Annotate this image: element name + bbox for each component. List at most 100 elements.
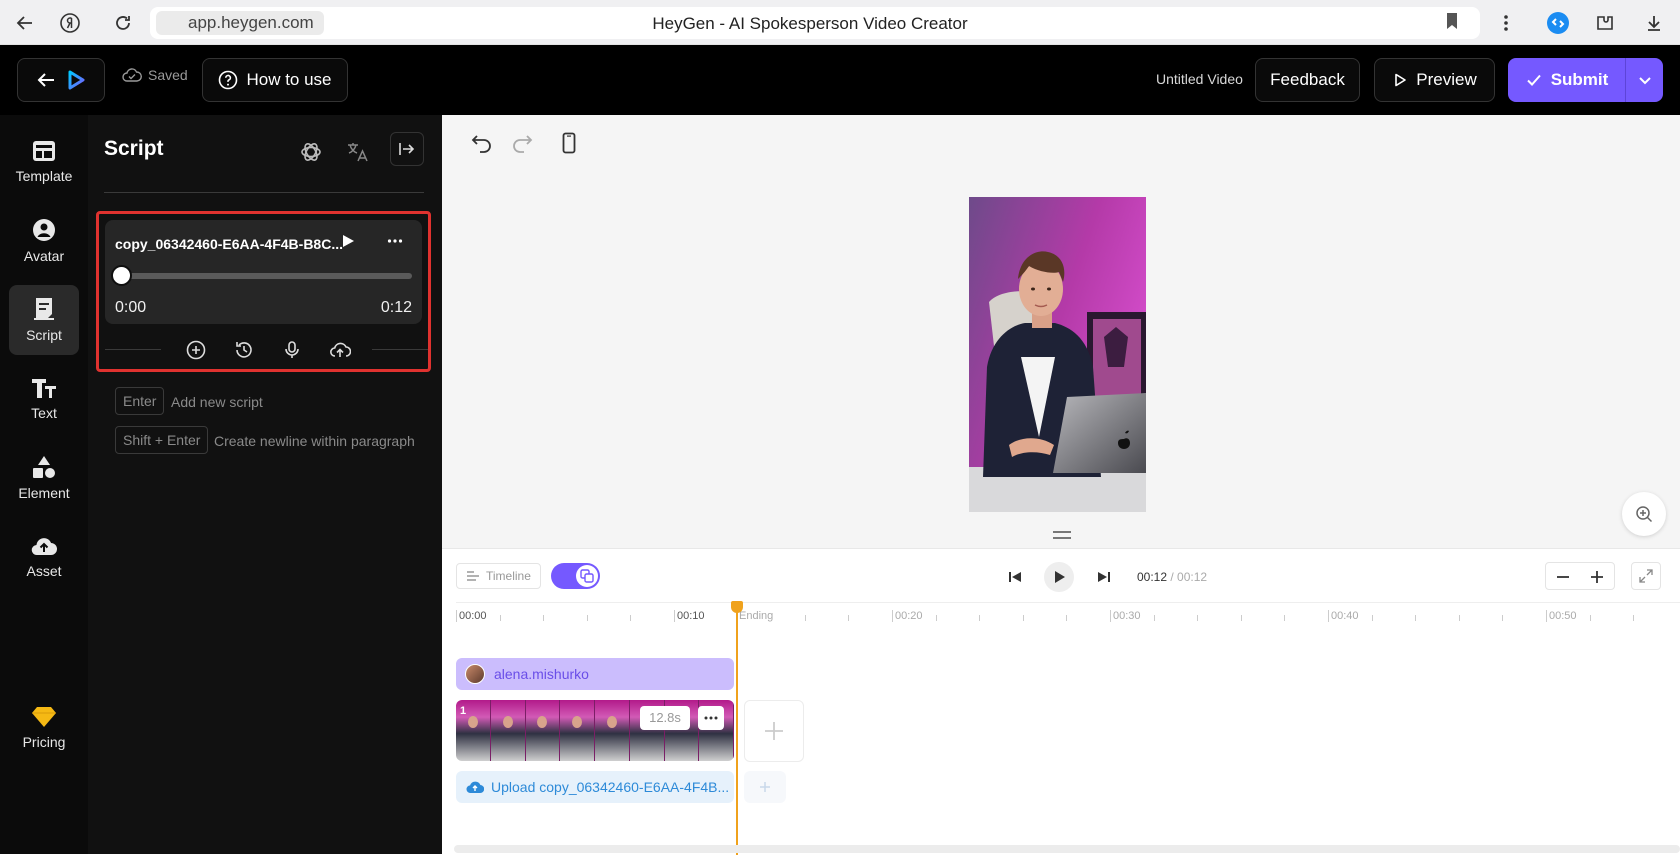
- audio-current-time: 0:00: [115, 299, 147, 316]
- more-horizontal-icon[interactable]: [387, 234, 403, 248]
- avatar-track[interactable]: alena.mishurko: [456, 658, 734, 690]
- undo-icon[interactable]: [468, 129, 496, 157]
- script-panel-title: Script: [104, 137, 164, 160]
- asset-icon: [31, 535, 57, 557]
- preview-button[interactable]: Preview: [1374, 58, 1495, 102]
- browser-toolbar: app.heygen.com HeyGen - AI Spokesperson …: [0, 0, 1680, 45]
- nav-element[interactable]: Element: [9, 443, 79, 513]
- audio-progress-track[interactable]: [121, 273, 412, 279]
- video-preview[interactable]: [969, 197, 1146, 512]
- ruler-tick: [979, 615, 980, 621]
- scene-duration[interactable]: 12.8s: [640, 706, 690, 730]
- canvas-area: [442, 115, 1680, 548]
- nav-script[interactable]: Script: [9, 285, 79, 355]
- back-arrow-icon[interactable]: [12, 10, 38, 36]
- shazam-icon[interactable]: [1545, 10, 1571, 36]
- scene-clip[interactable]: [456, 700, 734, 761]
- add-audio-icon[interactable]: [744, 771, 786, 803]
- history-icon[interactable]: [232, 338, 256, 362]
- skip-back-icon[interactable]: [1000, 562, 1030, 592]
- add-scene-icon[interactable]: [744, 700, 804, 762]
- timeline: Timeline 00:12 / 00:12 00:00 00:10 Endin…: [442, 548, 1680, 855]
- ruler-label-20: 00:20: [892, 610, 923, 622]
- ruler-tick: [1372, 615, 1373, 621]
- cloud-check-icon: [122, 67, 142, 83]
- card-divider: [105, 349, 161, 350]
- submit-main[interactable]: Submit: [1508, 58, 1626, 102]
- video-title[interactable]: Untitled Video: [1156, 71, 1243, 87]
- resize-handle[interactable]: [1053, 531, 1071, 539]
- skip-forward-icon[interactable]: [1089, 562, 1119, 592]
- ruler-label-10: 00:10: [674, 610, 705, 622]
- card-divider: [372, 349, 428, 350]
- timeline-mode-button[interactable]: Timeline: [456, 563, 541, 589]
- timeline-scrollbar[interactable]: [454, 845, 1680, 853]
- timeline-time-readout: 00:12 / 00:12: [1137, 570, 1208, 584]
- play-icon[interactable]: [341, 234, 355, 248]
- extensions-icon[interactable]: [1592, 10, 1618, 36]
- ruler-tick: [1415, 615, 1416, 621]
- arrow-left-icon: [35, 69, 57, 91]
- ruler-tick: [1284, 615, 1285, 621]
- cloud-upload-icon: [466, 780, 484, 794]
- panel-divider: [104, 192, 424, 193]
- zoom-in-icon[interactable]: [1622, 492, 1666, 536]
- reload-icon[interactable]: [110, 10, 136, 36]
- how-to-use-button[interactable]: How to use: [202, 58, 348, 102]
- scene-view-toggle[interactable]: [551, 563, 600, 589]
- address-bar[interactable]: app.heygen.com: [150, 7, 1480, 39]
- add-circle-icon[interactable]: [184, 338, 208, 362]
- portrait-ratio-icon[interactable]: [555, 129, 583, 157]
- back-home-button[interactable]: [17, 58, 105, 102]
- upload-cloud-icon[interactable]: [328, 338, 352, 362]
- ruler-tick: [1197, 615, 1198, 621]
- avatar-icon: [32, 218, 56, 242]
- openai-icon[interactable]: [294, 135, 328, 169]
- scene-more-icon[interactable]: [698, 706, 724, 730]
- nav-script-label: Script: [26, 327, 62, 343]
- feedback-button[interactable]: Feedback: [1255, 58, 1360, 102]
- ruler-label-50: 00:50: [1546, 610, 1577, 622]
- audio-upload-track[interactable]: Upload copy_06342460-E6AA-4F4B...: [456, 771, 734, 803]
- more-vertical-icon[interactable]: [1493, 10, 1519, 36]
- saved-label: Saved: [148, 67, 188, 83]
- submit-button[interactable]: Submit: [1508, 58, 1663, 102]
- audio-progress-thumb[interactable]: [111, 265, 132, 286]
- microphone-icon[interactable]: [280, 338, 304, 362]
- ruler-tick: [1590, 615, 1591, 621]
- redo-icon[interactable]: [508, 129, 536, 157]
- submit-dropdown[interactable]: [1626, 58, 1663, 102]
- nav-asset[interactable]: Asset: [9, 522, 79, 592]
- ruler-tick: [848, 615, 849, 621]
- nav-pricing[interactable]: Pricing: [9, 693, 79, 763]
- feedback-label: Feedback: [1270, 70, 1345, 89]
- bookmark-icon[interactable]: [1444, 10, 1460, 32]
- play-icon[interactable]: [1044, 562, 1074, 592]
- ruler-label-0: 00:00: [456, 610, 487, 622]
- hint-text-shift-enter: Create newline within paragraph: [214, 433, 415, 449]
- timeline-total-time: 00:12: [1177, 570, 1208, 584]
- nav-text[interactable]: Text: [9, 364, 79, 434]
- ruler-tick: [1066, 615, 1067, 621]
- download-icon[interactable]: [1641, 10, 1667, 36]
- fit-to-screen-icon[interactable]: [1631, 562, 1661, 590]
- collapse-panel-button[interactable]: [390, 132, 424, 166]
- playhead[interactable]: [736, 601, 738, 855]
- playhead-handle[interactable]: [731, 601, 743, 613]
- ruler-tick: [630, 615, 631, 621]
- zoom-out-icon[interactable]: [1552, 566, 1574, 588]
- template-icon: [32, 140, 56, 162]
- nav-avatar[interactable]: Avatar: [9, 206, 79, 276]
- yandex-icon[interactable]: [57, 10, 83, 36]
- play-outline-icon: [1392, 72, 1408, 88]
- presenter-image: [969, 197, 1146, 512]
- ruler-tick: [1633, 615, 1634, 621]
- zoom-plus-icon[interactable]: [1586, 566, 1608, 588]
- how-to-use-label: How to use: [246, 70, 332, 89]
- left-nav: Template Avatar Script Text Element Asse…: [0, 115, 88, 854]
- url-text[interactable]: app.heygen.com: [156, 11, 324, 35]
- translate-icon[interactable]: [341, 135, 375, 169]
- script-icon: [33, 297, 55, 321]
- nav-pricing-label: Pricing: [22, 734, 66, 750]
- nav-template[interactable]: Template: [9, 127, 79, 197]
